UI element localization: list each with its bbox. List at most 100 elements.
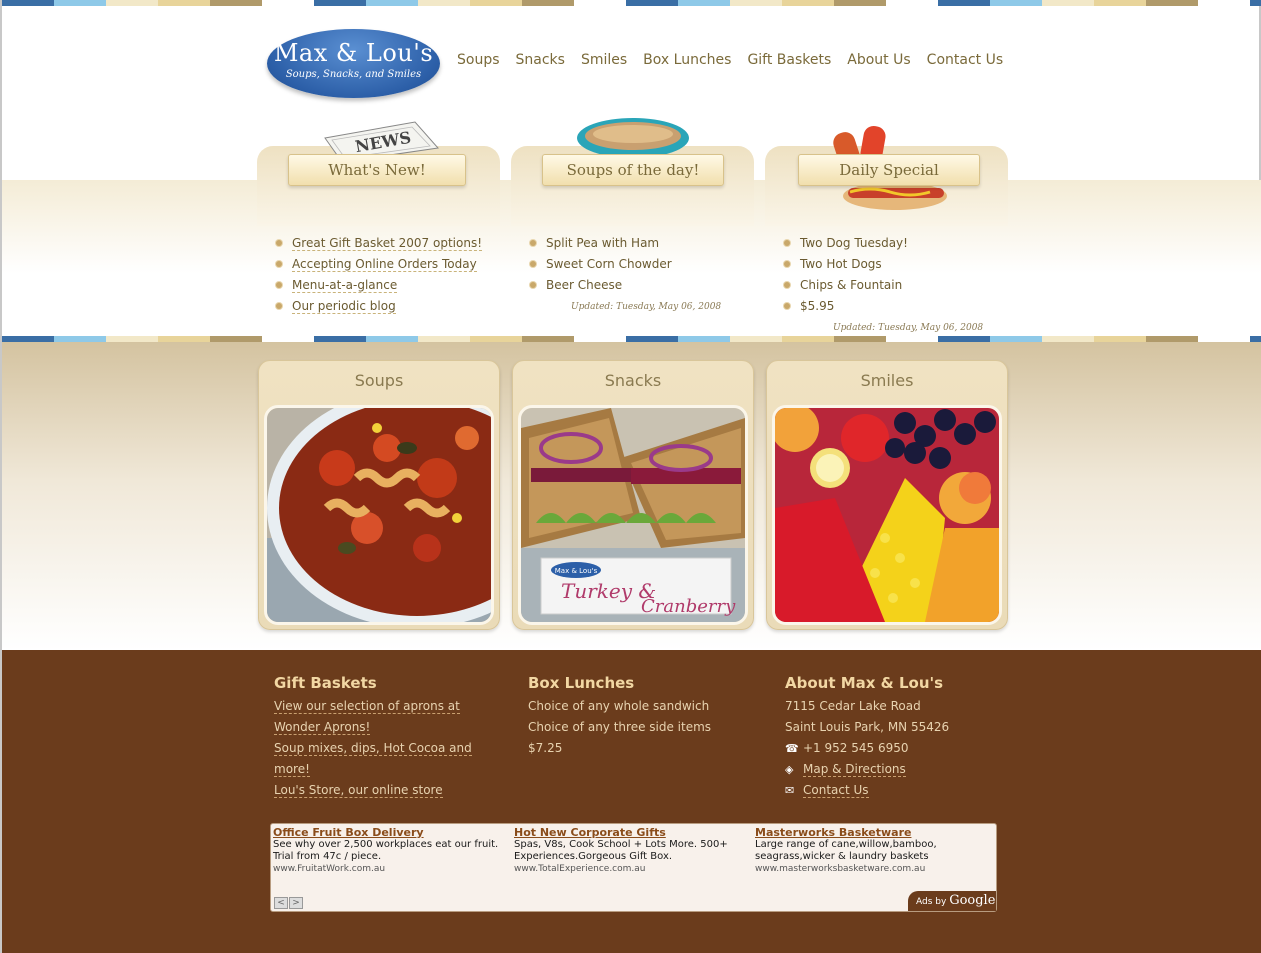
nav-about-us[interactable]: About Us (847, 52, 910, 68)
top-stripe (2, 0, 1261, 6)
ad-prev-button[interactable]: < (274, 897, 288, 909)
card-snacks[interactable]: Snacks Max & Lou's Turkey & Cranberry (512, 360, 754, 630)
ad-body: See why over 2,500 workplaces eat our fr… (273, 839, 499, 862)
stripe-segment (262, 0, 314, 6)
list-item: Split Pea with Ham (530, 235, 672, 256)
fruit-candy-image[interactable] (772, 405, 1002, 625)
stripe-segment (54, 0, 106, 6)
stripe-segment (418, 0, 470, 6)
ad-item[interactable]: Masterworks Basketware Large range of ca… (755, 826, 990, 875)
contact-link[interactable]: ✉ Contact Us (785, 780, 949, 801)
footer-link[interactable]: more! (274, 759, 472, 780)
main-nav: Soups Snacks Smiles Box Lunches Gift Bas… (457, 52, 1003, 68)
stripe-segment (470, 0, 522, 6)
directions-icon: ◈ (785, 763, 794, 776)
list-item[interactable]: Accepting Online Orders Today (276, 256, 482, 277)
nav-gift-baskets[interactable]: Gift Baskets (747, 52, 831, 68)
list-item: Sweet Corn Chowder (530, 256, 672, 277)
nav-contact-us[interactable]: Contact Us (927, 52, 1003, 68)
stripe-segment (1094, 0, 1146, 6)
footer-text: $7.25 (528, 741, 563, 755)
whats-new-list: Great Gift Basket 2007 options! Acceptin… (276, 235, 483, 319)
nav-snacks[interactable]: Snacks (516, 52, 565, 68)
stripe-segment (522, 0, 574, 6)
footer-box-lunches: Box Lunches Choice of any whole sandwich… (528, 674, 711, 759)
ads-by-google[interactable]: Ads by Google (908, 891, 996, 911)
logo-title: Max & Lou's (273, 39, 434, 67)
ad-url[interactable]: www.FruitatWork.com.au (273, 863, 508, 875)
special-ribbon: Daily Special (798, 154, 980, 186)
stripe-segment (1146, 0, 1198, 6)
stripe-segment (938, 0, 990, 6)
sandwich-image[interactable]: Max & Lou's Turkey & Cranberry (518, 405, 748, 625)
ad-body: Large range of cane,willow,bamboo, seagr… (755, 839, 937, 862)
list-item[interactable]: Menu-at-a-glance (276, 277, 482, 298)
logo[interactable]: Max & Lou's Soups, Snacks, and Smiles (267, 29, 440, 98)
stripe-segment (886, 0, 938, 6)
footer-about: About Max & Lou's 7115 Cedar Lake Road S… (785, 674, 949, 801)
map-link[interactable]: ◈ Map & Directions (785, 759, 949, 780)
ad-title[interactable]: Hot New Corporate Gifts (514, 826, 749, 839)
card-title: Smiles (860, 371, 914, 390)
soups-ribbon: Soups of the day! (542, 154, 724, 186)
soups-updated: Updated: Tuesday, May 06, 2008 (571, 302, 722, 312)
nav-soups[interactable]: Soups (457, 52, 500, 68)
stripe-segment (314, 0, 366, 6)
stripe-segment (366, 0, 418, 6)
stripe-segment (574, 0, 626, 6)
list-item: Beer Cheese (530, 277, 672, 298)
nav-box-lunches[interactable]: Box Lunches (643, 52, 731, 68)
stripe-segment (1198, 0, 1250, 6)
list-item: Two Dog Tuesday! (784, 235, 908, 256)
footer-link[interactable]: View our selection of aprons at (274, 696, 472, 717)
ad-url[interactable]: www.TotalExperience.com.au (514, 863, 749, 875)
sandwich-sign-brand: Max & Lou's (555, 567, 598, 575)
card-title: Soups (354, 371, 404, 390)
stripe-segment (990, 0, 1042, 6)
card-soups[interactable]: Soups (258, 360, 500, 630)
ad-item[interactable]: Office Fruit Box Delivery See why over 2… (273, 826, 508, 875)
ad-url[interactable]: www.masterworksbasketware.com.au (755, 863, 990, 875)
envelope-icon: ✉ (785, 784, 795, 797)
list-item: $5.95 (784, 298, 908, 319)
whats-new-ribbon: What's New! (288, 154, 466, 186)
ad-next-button[interactable]: > (289, 897, 303, 909)
list-item: Chips & Fountain (784, 277, 908, 298)
list-item[interactable]: Our periodic blog (276, 298, 482, 319)
stripe-segment (1250, 0, 1261, 6)
list-item[interactable]: Great Gift Basket 2007 options! (276, 235, 483, 256)
stripe-segment (210, 0, 262, 6)
ad-title[interactable]: Office Fruit Box Delivery (273, 826, 508, 839)
stripe-segment (730, 0, 782, 6)
stripe-segment (782, 0, 834, 6)
stripe-segment (1042, 0, 1094, 6)
footer-heading: About Max & Lou's (785, 674, 944, 692)
footer-link[interactable]: Soup mixes, dips, Hot Cocoa and (274, 738, 472, 759)
footer-gift-baskets: Gift Baskets View our selection of apron… (274, 674, 472, 801)
footer-link[interactable]: Lou's Store, our online store (274, 780, 472, 801)
logo-tagline: Soups, Snacks, and Smiles (285, 69, 422, 80)
ad-pager: < > (274, 897, 303, 909)
ad-title[interactable]: Masterworks Basketware (755, 826, 990, 839)
stripe-segment (2, 0, 54, 6)
soups-list: Split Pea with Ham Sweet Corn Chowder Be… (530, 235, 672, 298)
special-updated: Updated: Tuesday, May 06, 2008 (833, 323, 984, 333)
stripe-segment (106, 0, 158, 6)
card-smiles[interactable]: Smiles (766, 360, 1008, 630)
list-item: Two Hot Dogs (784, 256, 908, 277)
card-title: Snacks (604, 371, 662, 390)
footer-heading: Box Lunches (528, 674, 635, 692)
ad-box: Office Fruit Box Delivery See why over 2… (270, 823, 997, 912)
footer-heading: Gift Baskets (274, 674, 377, 692)
ad-item[interactable]: Hot New Corporate Gifts Spas, V8s, Cook … (514, 826, 749, 875)
footer-link[interactable]: Wonder Aprons! (274, 717, 472, 738)
address-line: Saint Louis Park, MN 55426 (785, 720, 950, 734)
sandwich-sign-line2: Cranberry (641, 596, 736, 617)
stripe-segment (834, 0, 886, 6)
nav-smiles[interactable]: Smiles (581, 52, 627, 68)
soup-image[interactable] (264, 405, 494, 625)
footer-text: Choice of any whole sandwich (528, 699, 710, 713)
phone-icon: ☎ (785, 742, 799, 755)
special-list: Two Dog Tuesday! Two Hot Dogs Chips & Fo… (784, 235, 908, 319)
stripe-segment (626, 0, 678, 6)
